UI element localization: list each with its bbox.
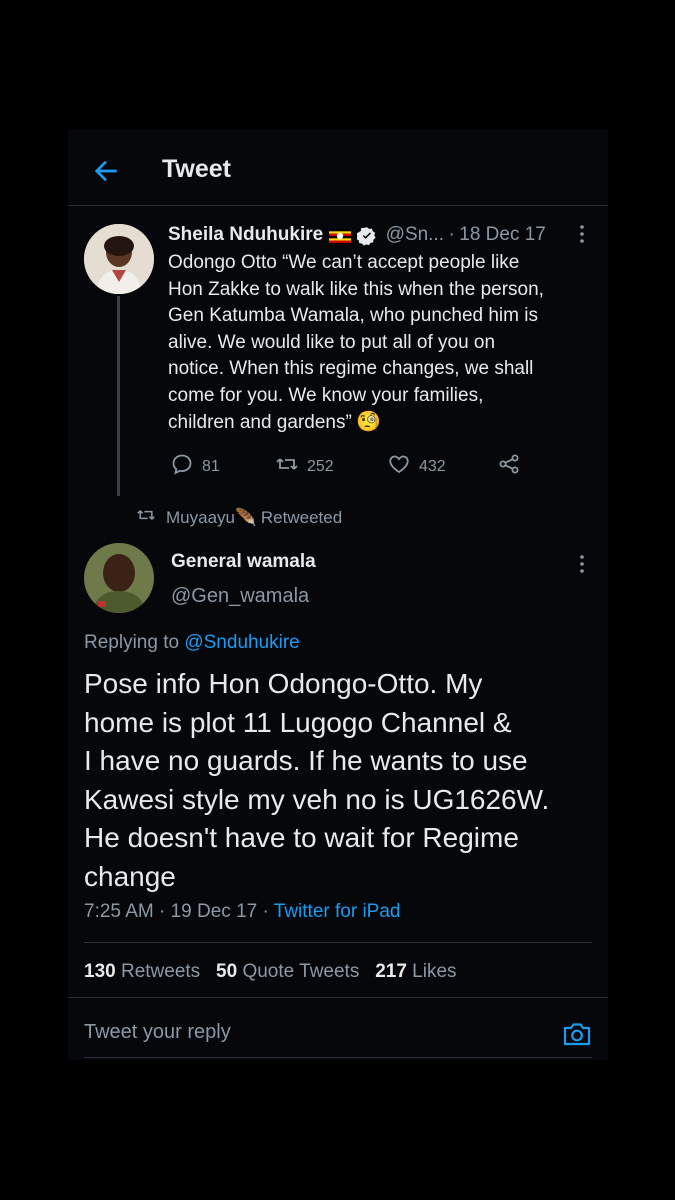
camera-icon[interactable] — [561, 1018, 593, 1050]
reply-button[interactable]: 81 — [170, 452, 220, 481]
reply-input[interactable]: Tweet your reply — [84, 1021, 231, 1044]
quotes-count: 50 — [216, 961, 238, 982]
share-button[interactable] — [497, 452, 521, 481]
tweet-date[interactable]: 18 Dec 17 — [459, 224, 546, 245]
reply-count: 81 — [202, 457, 220, 475]
like-count: 432 — [419, 457, 446, 475]
author-name[interactable]: Sheila Nduhukire — [168, 224, 323, 245]
like-button[interactable]: 432 — [387, 452, 446, 481]
quotes-label: Quote Tweets — [242, 961, 360, 982]
share-icon — [497, 452, 521, 481]
heart-icon — [387, 452, 411, 481]
likes-stat[interactable]: 217 Likes — [375, 961, 456, 982]
meta-divider — [84, 942, 592, 943]
author-handle[interactable]: @Gen_wamala — [171, 585, 309, 608]
retweet-small-icon — [136, 505, 156, 530]
separator-dot: · — [262, 901, 269, 922]
stats-divider — [68, 997, 608, 998]
monocle-emoji: 🧐 — [356, 411, 382, 433]
tweet-source-link[interactable]: Twitter for iPad — [274, 901, 401, 922]
avatar[interactable] — [84, 543, 154, 613]
retweet-notice: Muyaayu🪶 Retweeted — [136, 505, 342, 530]
quoted-tweet-header: Sheila Nduhukire @Sn... · 18 Dec 17 — [168, 224, 546, 246]
quote-tweets-stat[interactable]: 50 Quote Tweets — [216, 961, 359, 982]
tweet-time: 7:25 AM — [84, 901, 154, 922]
author-name[interactable]: General wamala — [171, 551, 316, 573]
retweeter-name[interactable]: Muyaayu — [166, 508, 235, 527]
retweet-count: 252 — [307, 457, 334, 475]
tweet-stats: 130 Retweets 50 Quote Tweets 217 Likes — [84, 961, 457, 983]
likes-count: 217 — [375, 961, 407, 982]
tweet-meta: 7:25 AM · 19 Dec 17 · Twitter for iPad — [84, 901, 401, 923]
quoted-tweet-body: Odongo Otto “We can’t accept people like… — [168, 250, 588, 437]
main-tweet-text: Pose info Hon Odongo-Otto. My home is pl… — [84, 668, 550, 892]
likes-label: Likes — [412, 961, 457, 982]
thread-line — [117, 296, 120, 496]
feather-emoji: 🪶 — [234, 507, 257, 527]
verified-badge-icon — [356, 226, 377, 246]
uganda-flag-icon — [329, 228, 352, 243]
replying-prefix: Replying to — [84, 632, 185, 653]
separator-dot: · — [448, 224, 455, 245]
tweet-text: Odongo Otto “We can’t accept people like… — [168, 252, 544, 433]
page-title: Tweet — [162, 155, 231, 183]
retweets-count: 130 — [84, 961, 116, 982]
tweet-date: 19 Dec 17 — [170, 901, 258, 922]
reply-icon — [170, 452, 194, 481]
retweeted-label: Retweeted — [260, 507, 343, 527]
more-options-icon[interactable] — [574, 552, 590, 576]
retweet-icon — [275, 452, 299, 481]
header-divider — [68, 205, 608, 206]
more-options-icon[interactable] — [574, 222, 590, 246]
retweets-label: Retweets — [120, 961, 201, 982]
separator-dot: · — [159, 901, 166, 922]
replying-handle[interactable]: @Snduhukire — [184, 632, 299, 653]
back-arrow-icon[interactable] — [90, 155, 122, 187]
author-handle[interactable]: @Sn... — [386, 224, 444, 245]
retweets-stat[interactable]: 130 Retweets — [84, 961, 200, 982]
avatar[interactable] — [84, 224, 154, 294]
retweet-button[interactable]: 252 — [275, 452, 334, 481]
replying-to: Replying to @Snduhukire — [84, 632, 300, 654]
reply-divider — [84, 1057, 592, 1058]
